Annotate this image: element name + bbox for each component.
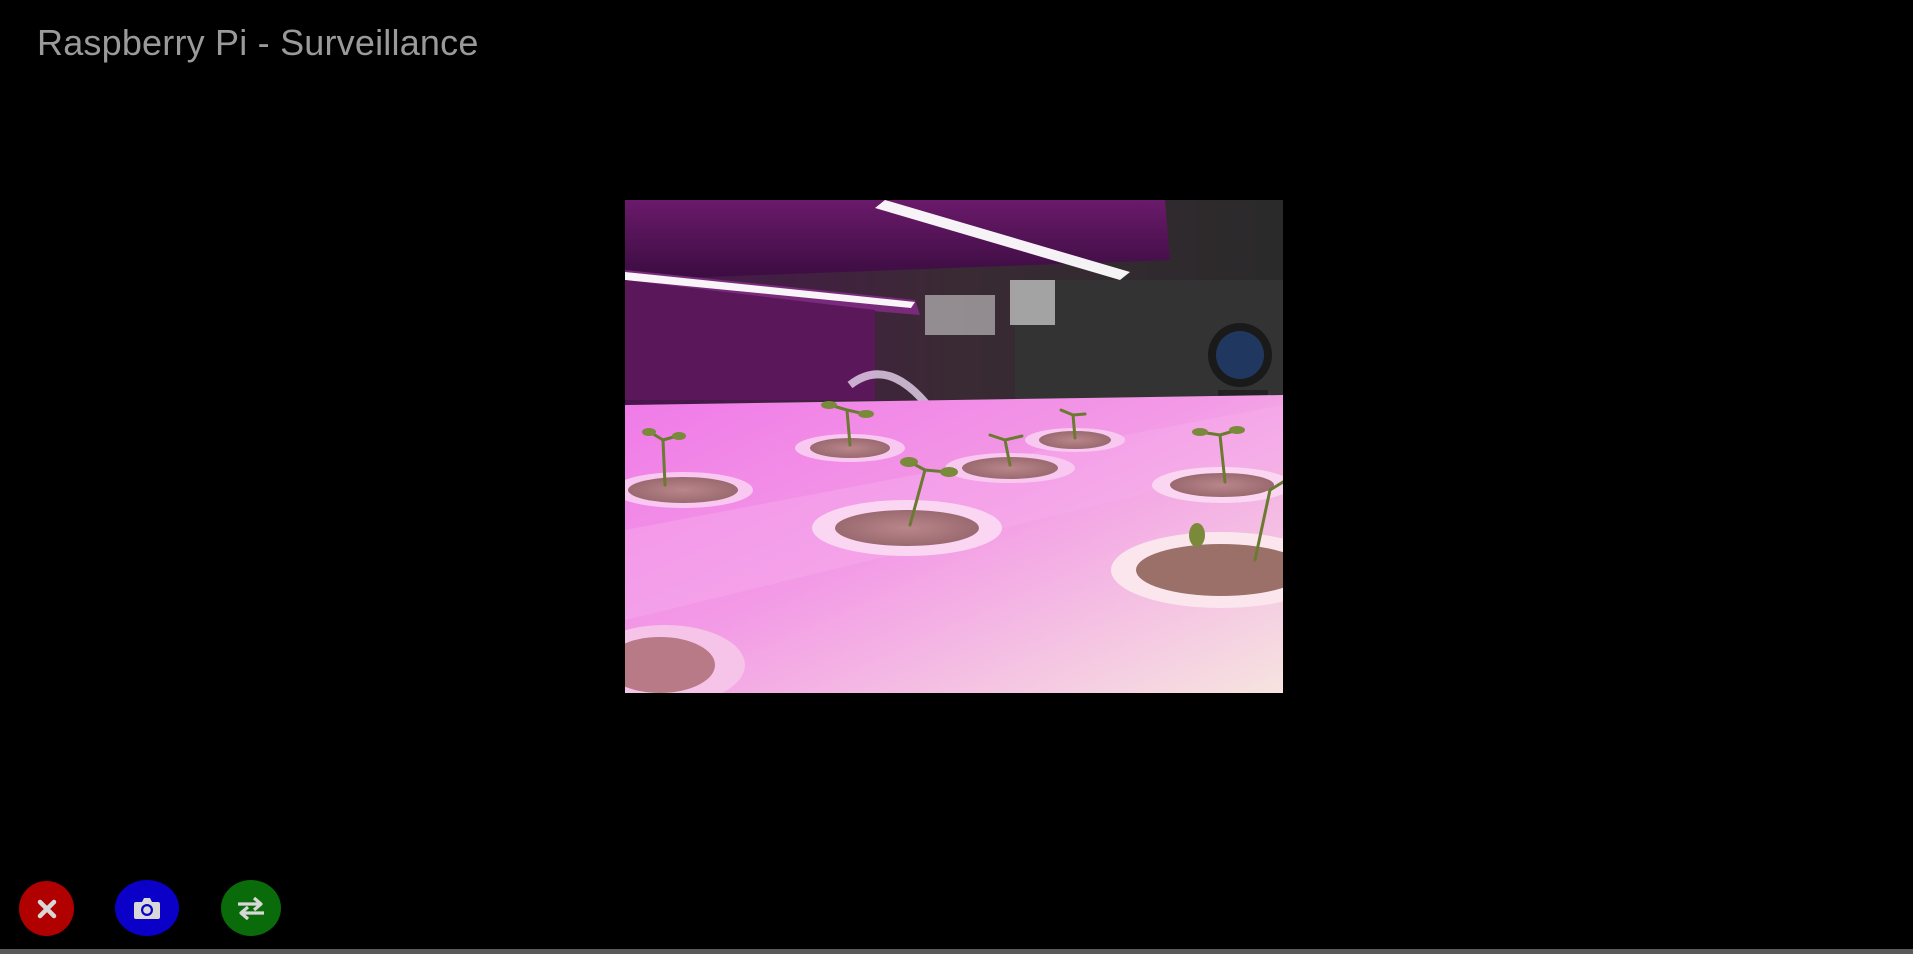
window-bottom-border [0,949,1913,954]
camera-feed-image [625,200,1283,693]
page-title: Raspberry Pi - Surveillance [37,22,479,63]
swap-arrows-icon [238,896,264,920]
close-icon [37,899,56,918]
switch-camera-button[interactable] [221,880,281,936]
stop-button[interactable] [19,881,74,936]
surveillance-page: Raspberry Pi - Surveillance [0,0,1913,954]
camera-feed [625,200,1283,693]
snapshot-button[interactable] [115,880,179,936]
camera-icon [134,898,160,919]
